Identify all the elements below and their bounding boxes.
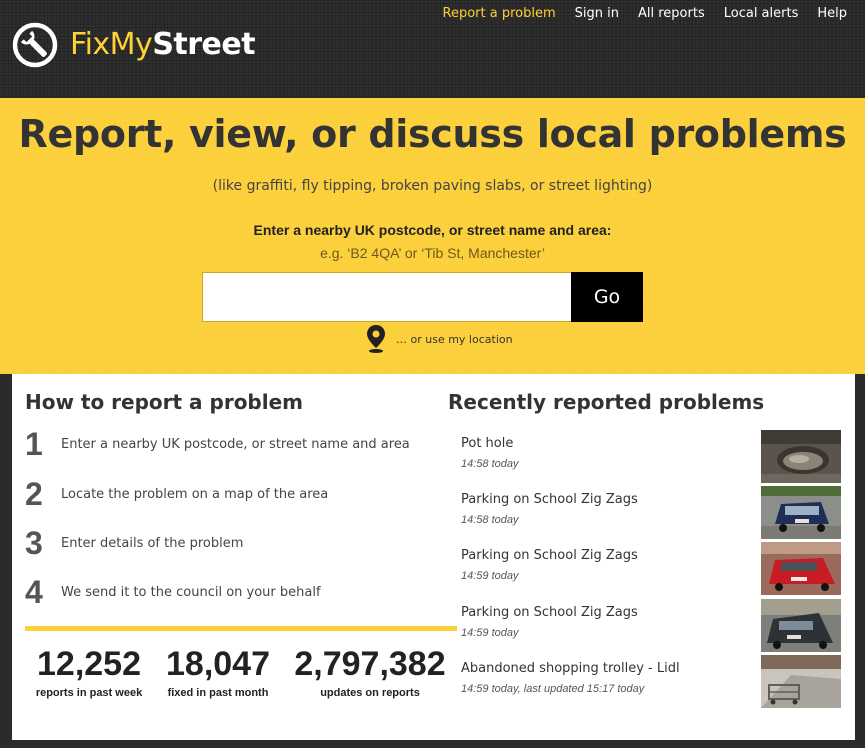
- howto-step: 1 Enter a nearby UK postcode, or street …: [25, 424, 410, 464]
- stat-label: updates on reports: [320, 687, 420, 699]
- stat-label: reports in past week: [35, 687, 143, 699]
- geolocate: … or use my location: [366, 324, 513, 354]
- stat-value: 12,252: [37, 645, 141, 683]
- site-header: FixMyStreet Report a problem Sign in All…: [0, 0, 865, 98]
- step-text: Enter a nearby UK postcode, or street na…: [61, 436, 410, 452]
- stat-reports-week: 12,252 reports in past week: [34, 646, 144, 700]
- report-title: Parking on School Zig Zags: [461, 605, 638, 620]
- step-text: Enter details of the problem: [61, 535, 244, 551]
- stat-value: 2,797,382: [294, 645, 446, 683]
- go-button[interactable]: Go: [571, 272, 643, 322]
- step-number: 2: [25, 475, 43, 512]
- report-thumbnail: [761, 486, 841, 539]
- list-item[interactable]: Abandoned shopping trolley - Lidl 14:59 …: [461, 655, 841, 709]
- report-time: 14:59 today, last updated 15:17 today: [461, 683, 645, 695]
- step-text: We send it to the council on your behalf: [61, 584, 321, 600]
- stat-value: 18,047: [166, 645, 270, 683]
- page-title: Report, view, or discuss local problems: [18, 112, 847, 156]
- howto-step: 4 We send it to the council on your beha…: [25, 572, 321, 612]
- howto-step: 3 Enter details of the problem: [25, 523, 243, 563]
- report-thumbnail: [761, 542, 841, 595]
- site-logo[interactable]: FixMyStreet: [12, 22, 256, 68]
- step-text: Locate the problem on a map of the area: [61, 486, 329, 502]
- report-thumbnail: [761, 430, 841, 483]
- stat-label: fixed in past month: [167, 687, 269, 699]
- report-time: 14:58 today: [461, 458, 519, 470]
- stat-fixed-month: 18,047 fixed in past month: [158, 646, 278, 700]
- report-title: Pot hole: [461, 436, 514, 451]
- hero-subtitle: (like graffiti, fly tipping, broken pavi…: [212, 178, 653, 194]
- stats-divider: [25, 626, 457, 631]
- nav-report-problem[interactable]: Report a problem: [443, 6, 556, 22]
- list-item[interactable]: Parking on School Zig Zags 14:58 today: [461, 486, 841, 540]
- list-item[interactable]: Pot hole 14:58 today: [461, 430, 841, 484]
- step-number: 1: [25, 425, 43, 462]
- postcode-search-input[interactable]: [202, 272, 572, 322]
- report-title: Parking on School Zig Zags: [461, 548, 638, 563]
- search-label: Enter a nearby UK postcode, or street na…: [253, 222, 612, 238]
- report-thumbnail: [761, 599, 841, 652]
- step-number: 3: [25, 524, 43, 561]
- main-nav: Report a problem Sign in All reports Loc…: [424, 6, 847, 22]
- report-title: Abandoned shopping trolley - Lidl: [461, 661, 680, 676]
- use-my-location-link[interactable]: … or use my location: [396, 333, 513, 346]
- report-time: 14:59 today: [461, 570, 519, 582]
- nav-all-reports[interactable]: All reports: [638, 6, 705, 22]
- stat-updates: 2,797,382 updates on reports: [292, 646, 448, 700]
- howto-step: 2 Locate the problem on a map of the are…: [25, 474, 328, 514]
- recent-title: Recently reported problems: [448, 390, 765, 414]
- nav-help[interactable]: Help: [817, 6, 847, 22]
- list-item[interactable]: Parking on School Zig Zags 14:59 today: [461, 599, 841, 653]
- logo-fix-text: FixMy: [70, 27, 153, 62]
- nav-sign-in[interactable]: Sign in: [575, 6, 619, 22]
- main-content: How to report a problem 1 Enter a nearby…: [12, 374, 855, 740]
- report-time: 14:59 today: [461, 627, 519, 639]
- search-example: e.g. ‘B2 4QA’ or ‘Tib St, Manchester’: [320, 245, 545, 261]
- hero-section: Report, view, or discuss local problems …: [0, 98, 865, 374]
- map-pin-icon[interactable]: [366, 324, 386, 354]
- nav-local-alerts[interactable]: Local alerts: [724, 6, 799, 22]
- report-thumbnail: [761, 655, 841, 708]
- report-time: 14:58 today: [461, 514, 519, 526]
- report-title: Parking on School Zig Zags: [461, 492, 638, 507]
- list-item[interactable]: Parking on School Zig Zags 14:59 today: [461, 542, 841, 596]
- step-number: 4: [25, 573, 43, 610]
- howto-title: How to report a problem: [25, 390, 304, 414]
- wrench-icon: [12, 22, 58, 68]
- logo-street-text: Street: [152, 27, 256, 62]
